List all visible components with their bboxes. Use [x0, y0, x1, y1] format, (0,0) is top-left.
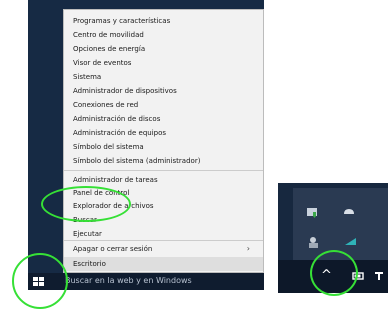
menu-item-shutdown-label: Apagar o cerrar sesión — [73, 245, 153, 253]
taskbar-notification-area: ^ — [278, 260, 388, 293]
menu-separator — [64, 170, 263, 171]
battery-icon[interactable] — [351, 269, 367, 283]
menu-item-command-prompt-admin[interactable]: Símbolo del sistema (administrador) — [73, 156, 200, 166]
wifi-icon[interactable] — [372, 269, 388, 283]
menu-item-event-viewer[interactable]: Visor de eventos — [73, 58, 131, 68]
people-icon[interactable] — [307, 235, 323, 249]
menu-item-run[interactable]: Ejecutar — [73, 229, 102, 239]
menu-item-programs-features[interactable]: Programas y características — [73, 16, 170, 26]
security-shield-icon[interactable] — [305, 206, 321, 220]
menu-item-computer-management[interactable]: Administración de equipos — [73, 128, 166, 138]
winx-menu: Programas y características Centro de mo… — [63, 9, 264, 273]
taskbar: Buscar en la web y en Windows — [28, 273, 264, 290]
hidden-icons-popup — [293, 188, 388, 260]
network-icon[interactable] — [343, 234, 359, 248]
menu-item-shutdown-signout[interactable]: Apagar o cerrar sesión › — [73, 244, 256, 254]
taskbar-search-box[interactable]: Buscar en la web y en Windows — [65, 276, 192, 286]
menu-item-network-connections[interactable]: Conexiones de red — [73, 100, 138, 110]
menu-item-disk-management[interactable]: Administración de discos — [73, 114, 160, 124]
menu-item-system[interactable]: Sistema — [73, 72, 101, 82]
start-logo-pane — [39, 277, 44, 281]
show-hidden-icons-chevron-icon[interactable]: ^ — [321, 269, 332, 283]
menu-item-device-manager[interactable]: Administrador de dispositivos — [73, 86, 177, 96]
cloud-sync-icon[interactable] — [341, 204, 357, 218]
menu-separator — [64, 240, 263, 241]
submenu-chevron-icon: › — [246, 244, 250, 253]
menu-item-file-explorer[interactable]: Explorador de archivos — [73, 201, 154, 211]
start-logo-pane — [39, 282, 44, 286]
menu-item-command-prompt[interactable]: Símbolo del sistema — [73, 142, 144, 152]
menu-item-desktop[interactable]: Escritorio — [73, 259, 106, 269]
menu-item-power-options[interactable]: Opciones de energía — [73, 44, 145, 54]
menu-item-search[interactable]: Buscar — [73, 215, 97, 225]
start-logo-pane — [33, 282, 38, 286]
windows-start-icon[interactable] — [32, 276, 46, 287]
menu-item-control-panel[interactable]: Panel de control — [73, 188, 129, 198]
menu-item-task-manager[interactable]: Administrador de tareas — [73, 175, 158, 185]
menu-item-mobility-center[interactable]: Centro de movilidad — [73, 30, 144, 40]
start-logo-pane — [33, 277, 38, 281]
